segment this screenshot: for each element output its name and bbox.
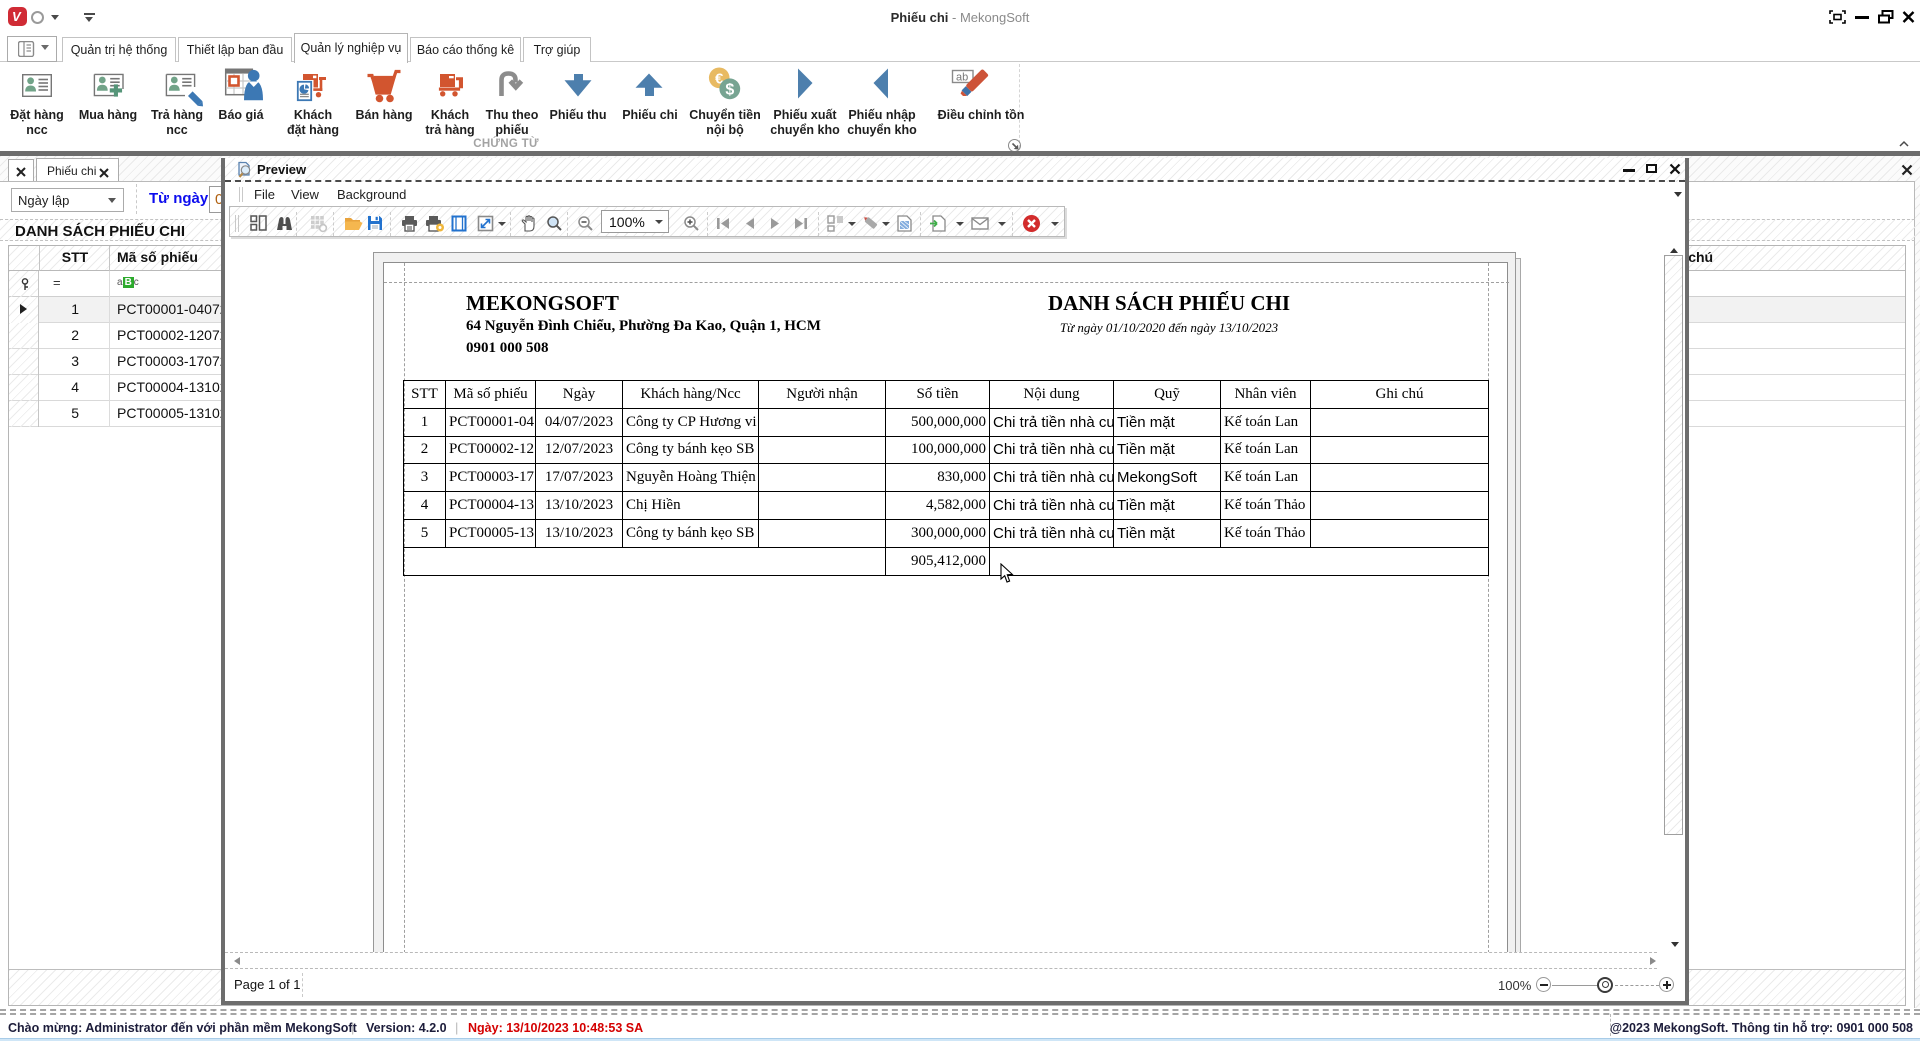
svg-text:ab: ab xyxy=(956,72,968,84)
svg-text:$: $ xyxy=(725,82,734,99)
